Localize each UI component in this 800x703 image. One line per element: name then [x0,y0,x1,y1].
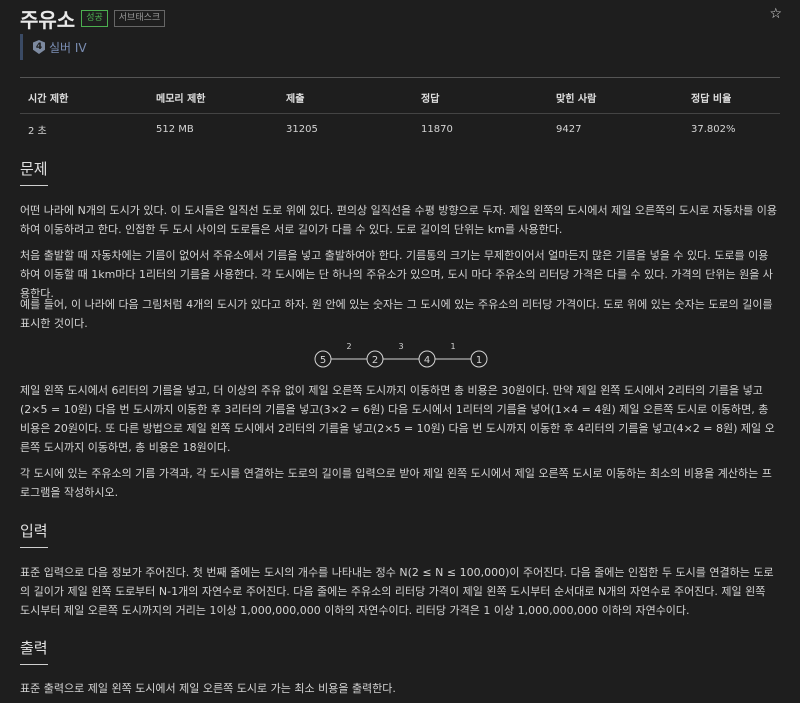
road-length-label: 2 [346,342,351,351]
problem-title: 주유소 [20,8,76,32]
input-heading-text: 입력 [20,522,48,540]
input-section-heading: 입력 [20,520,48,548]
city-price-label: 4 [424,355,430,366]
problem-paragraph-5: 각 도시에 있는 주유소의 기름 가격과, 각 도시를 연결하는 도로의 길이를… [20,467,772,499]
silver-tier-icon: 4 [33,40,45,54]
stats-header-time-limit: 시간 제한 [20,90,148,114]
road-length-label: 3 [398,342,403,351]
output-paragraph: 표준 출력으로 제일 왼쪽 도시에서 제일 오른쪽 도시로 가는 최소 비용을 … [20,682,396,695]
input-paragraph: 표준 입력으로 다음 정보가 주어진다. 첫 번째 줄에는 도시의 개수를 나타… [20,566,774,617]
stats-submissions[interactable]: 31205 [278,114,413,138]
tier-label[interactable]: 실버 IV [49,39,87,56]
city-price-label: 1 [476,355,482,366]
problem-section-heading: 문제 [20,158,48,186]
status-badge-success[interactable]: 성공 [81,10,108,27]
city-price-label: 2 [372,355,378,366]
heading-underline [20,547,48,548]
problem-paragraph-4: 제일 왼쪽 도시에서 6리터의 기름을 넣고, 더 이상의 주유 없이 제일 오… [20,384,775,454]
tier-info: 4 실버 IV [20,34,87,60]
stats-header-solvers: 맞힌 사람 [548,90,683,114]
stats-header-accepted: 정답 [413,90,548,114]
problem-header: 주유소 성공 서브태스크 [20,4,166,33]
stats-time-limit: 2 초 [28,126,47,137]
status-badge-subtask[interactable]: 서브태스크 [113,10,166,27]
header-divider [20,77,780,78]
stats-memory-limit: 512 MB [156,124,194,135]
star-icon[interactable]: ☆ [769,6,782,22]
heading-underline [20,185,48,186]
output-heading-text: 출력 [20,639,48,657]
stats-header-submissions: 제출 [278,90,413,114]
heading-underline [20,664,48,665]
stats-accepted[interactable]: 11870 [413,114,548,138]
stats-solvers[interactable]: 9427 [548,114,683,138]
stats-ratio: 37.802% [691,124,736,135]
problem-paragraph-1: 어떤 나라에 N개의 도시가 있다. 이 도시들은 일직선 도로 위에 있다. … [20,204,777,236]
stats-header-memory-limit: 메모리 제한 [148,90,278,114]
problem-paragraph-3: 예를 들어, 이 나라에 다음 그림처럼 4개의 도시가 있다고 하자. 원 안… [20,298,773,330]
city-price-label: 5 [320,355,326,366]
stats-value-row: 2 초 512 MB 31205 11870 9427 37.802% [20,114,780,138]
problem-stats-table: 시간 제한 메모리 제한 제출 정답 맞힌 사람 정답 비율 2 초 512 M… [20,90,780,137]
output-section-heading: 출력 [20,637,48,665]
stats-header-row: 시간 제한 메모리 제한 제출 정답 맞힌 사람 정답 비율 [20,90,780,114]
problem-heading-text: 문제 [20,160,48,178]
road-length-label: 1 [450,342,455,351]
city-road-diagram: 5 2 4 1 2 3 1 [314,342,488,368]
stats-header-ratio: 정답 비율 [683,90,780,114]
